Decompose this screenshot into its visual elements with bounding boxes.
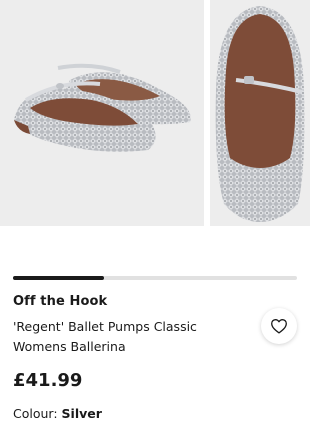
colour-value: Silver [61, 406, 102, 421]
wishlist-button[interactable] [261, 308, 297, 344]
product-price: £41.99 [13, 370, 83, 391]
silver-woven-ballet-pump-top-view-image [215, 6, 305, 222]
gallery-progress-fill [13, 276, 104, 280]
product-image-top-view[interactable] [210, 0, 310, 226]
gallery-progress-bar [13, 276, 297, 280]
product-brand[interactable]: Off the Hook [13, 294, 107, 309]
product-title: 'Regent' Ballet Pumps Classic Womens Bal… [13, 319, 197, 354]
heart-outline-icon [271, 319, 287, 334]
product-image-pair[interactable] [0, 0, 204, 226]
product-colour: Colour: Silver [13, 406, 102, 421]
silver-woven-ballet-pumps-pair-image [14, 63, 191, 152]
product-image-gallery[interactable] [0, 0, 310, 228]
colour-label: Colour: [13, 406, 58, 421]
